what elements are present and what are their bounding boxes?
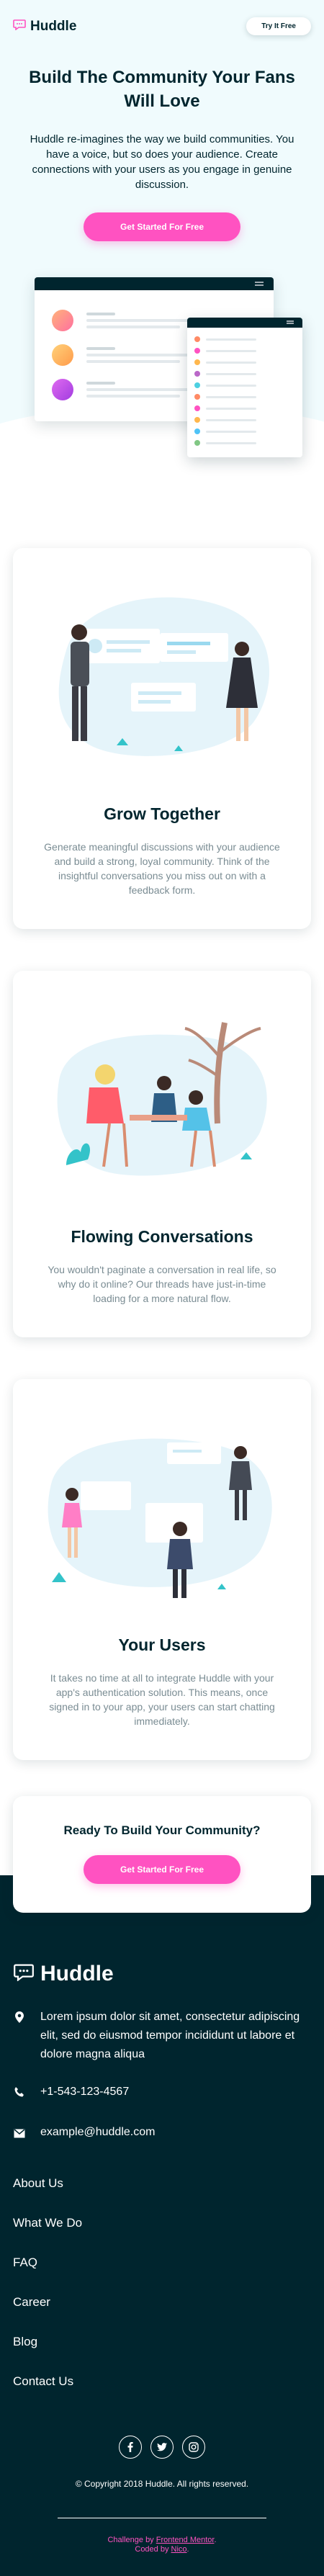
phone-icon [13,2083,26,2104]
footer-link-faq[interactable]: FAQ [13,2254,311,2294]
feature-description: You wouldn't paginate a conversation in … [48,1264,276,1304]
social-links [13,2436,311,2459]
feature-title: Grow Together [104,804,220,823]
text-placeholder [86,347,194,363]
avatar [52,310,73,331]
feature-description: It takes no time at all to integrate Hud… [49,1672,275,1727]
top-bar: Huddle Try It Free [13,17,311,35]
try-it-free-button[interactable]: Try It Free [246,17,311,35]
footer-nav: About Us What We Do FAQ Career Blog Cont… [13,2175,311,2413]
flowing-conversations-illustration [32,1008,292,1203]
attribution-separator: . [214,2536,217,2544]
mockup-list-item [187,380,302,391]
attribution-challenge-prefix: Challenge by [107,2536,154,2544]
mockup-list-item [187,437,302,449]
mobile-mockup-titlebar [187,318,302,328]
mockup-list-item [187,368,302,380]
author-link[interactable]: Nico [171,2545,187,2554]
footer-logo[interactable]: Huddle [13,1962,311,1986]
frontend-mentor-link[interactable]: Frontend Mentor [156,2536,215,2544]
footer: Huddle Lorem ipsum dolor sit amet, conse… [0,1875,324,2576]
avatar [52,379,73,400]
get-started-button[interactable]: Get Started For Free [84,212,240,241]
phone-number[interactable]: +1-543-123-4567 [40,2083,129,2101]
brand-name: Huddle [30,18,77,34]
chat-bubble-logo-icon [13,1963,35,1985]
feature-title: Flowing Conversations [71,1227,253,1246]
mockup-list-item [187,403,302,414]
mockup-list-item [187,414,302,426]
location-pin-icon [13,2008,26,2029]
footer-link-career[interactable]: Career [13,2294,311,2333]
chat-bubble-logo-icon [13,19,26,34]
menu-icon [255,282,264,286]
email-address[interactable]: example@huddle.com [40,2123,155,2142]
feature-card-flowing-conversations: Flowing Conversations You wouldn't pagin… [13,971,311,1337]
text-placeholder [86,382,194,398]
your-users-illustration [32,1417,292,1611]
facebook-icon[interactable] [119,2436,142,2459]
app-mockup-illustration [13,277,311,465]
address-text: Lorem ipsum dolor sit amet, consectetur … [40,2011,300,2060]
ready-cta-card: Ready To Build Your Community? Get Start… [13,1796,311,1913]
instagram-icon[interactable] [182,2436,205,2459]
hero-section: Huddle Try It Free Build The Community Y… [0,0,324,505]
attribution-coded-prefix: Coded by [135,2545,169,2554]
mobile-mockup [187,318,302,457]
footer-brand-name: Huddle [40,1962,114,1985]
twitter-icon[interactable] [150,2436,174,2459]
email-row: example@huddle.com [13,2123,311,2145]
footer-link-contact-us[interactable]: Contact Us [13,2373,311,2413]
feature-description: Generate meaningful discussions with you… [44,841,280,896]
menu-icon [287,320,294,324]
mail-icon [13,2123,26,2145]
hero-description: Huddle re-imagines the way we build comm… [30,133,294,191]
attribution-separator: . [186,2545,189,2554]
avatar [52,344,73,366]
footer-link-blog[interactable]: Blog [13,2333,311,2373]
address-row: Lorem ipsum dolor sit amet, consectetur … [13,2008,311,2064]
mockup-list-item [187,356,302,368]
footer-link-about-us[interactable]: About Us [13,2175,311,2214]
feature-card-grow-together: Grow Together Generate meaningful discus… [13,548,311,929]
hero-title: Build The Community Your Fans Will Love [29,68,295,111]
features-section: Grow Together Generate meaningful discus… [0,548,324,1760]
logo[interactable]: Huddle [13,19,76,35]
get-started-button[interactable]: Get Started For Free [84,1855,240,1884]
attribution: Challenge by Frontend Mentor. Coded by N… [13,2536,311,2554]
phone-row: +1-543-123-4567 [13,2083,311,2104]
desktop-mockup-titlebar [35,277,274,290]
footer-link-what-we-do[interactable]: What We Do [13,2214,311,2254]
copyright-text: © Copyright 2018 Huddle. All rights rese… [75,2479,249,2489]
grow-together-illustration [32,585,292,780]
feature-card-your-users: Your Users It takes no time at all to in… [13,1379,311,1760]
mockup-list-item [187,391,302,403]
feature-title: Your Users [118,1635,206,1654]
mockup-list-item [187,333,302,345]
mockup-list-item [187,345,302,356]
mockup-list-item [187,426,302,437]
text-placeholder [86,313,194,328]
ready-title: Ready To Build Your Community? [63,1823,261,1837]
contact-info: Lorem ipsum dolor sit amet, consectetur … [13,2008,311,2145]
